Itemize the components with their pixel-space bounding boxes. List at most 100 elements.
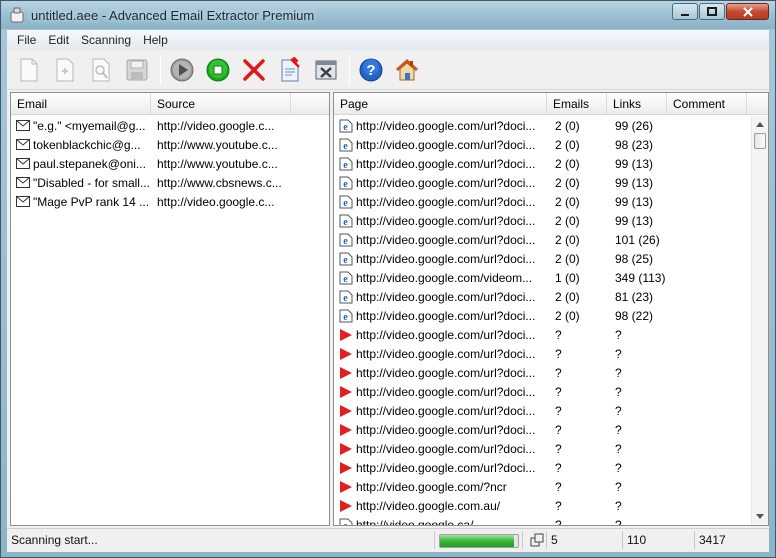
- emails-rows: "e.g." <myemail@g... http://video.google.…: [11, 116, 329, 525]
- page-row[interactable]: http://video.google.com/url?doci...??: [334, 439, 751, 458]
- email-row[interactable]: "e.g." <myemail@g... http://video.google.…: [11, 116, 329, 135]
- page-emails: 2 (0): [555, 118, 580, 133]
- pages-header: Page Emails Links Comment: [334, 93, 768, 115]
- column-page[interactable]: Page: [334, 93, 547, 114]
- scroll-up-button[interactable]: [752, 116, 768, 133]
- column-emails[interactable]: Emails: [547, 93, 607, 114]
- floppy-disk-icon: [126, 59, 148, 80]
- page-row[interactable]: http://video.google.com/url?doci...??: [334, 420, 751, 439]
- new-document-button[interactable]: [13, 54, 45, 86]
- column-comment[interactable]: Comment: [667, 93, 747, 114]
- help-icon: ?: [359, 58, 383, 81]
- page-row[interactable]: http://video.google.com/url?doci...??: [334, 382, 751, 401]
- page-links: ?: [615, 365, 622, 380]
- svg-text:e: e: [343, 236, 348, 247]
- email-row[interactable]: "Mage PvP rank 14 ... http://video.google…: [11, 192, 329, 211]
- email-source: http://www.youtube.c...: [157, 137, 278, 152]
- page-links: ?: [615, 441, 622, 456]
- page-row[interactable]: e http://video.google.com/videom... 1 (0) 3…: [334, 268, 751, 287]
- home-button[interactable]: [391, 54, 423, 86]
- emails-header: Email Source: [11, 93, 329, 115]
- stop-button[interactable]: [202, 54, 234, 86]
- ie-page-icon: e: [338, 252, 354, 266]
- emails-list[interactable]: Email Source "e.g." <myemail@g... http://…: [10, 92, 330, 526]
- page-url: http://video.google.com/url?doci...: [356, 232, 536, 247]
- page-row[interactable]: e http://video.google.com/url?doci... 2 (0…: [334, 116, 751, 135]
- page-row[interactable]: e http://video.google.com/url?doci... 2 (0…: [334, 173, 751, 192]
- menu-edit[interactable]: Edit: [42, 33, 75, 47]
- page-row[interactable]: http://video.google.com/url?doci...??: [334, 344, 751, 363]
- page-emails: 2 (0): [555, 289, 580, 304]
- page-row[interactable]: e http://video.google.ca/??: [334, 515, 751, 527]
- email-row[interactable]: "Disabled - for small... http://www.cbsne…: [11, 173, 329, 192]
- maximize-button[interactable]: [699, 3, 725, 20]
- page-row[interactable]: http://video.google.com/url?doci...??: [334, 458, 751, 477]
- window-controls: [672, 3, 769, 20]
- page-links: ?: [615, 403, 622, 418]
- page-row[interactable]: http://video.google.com/?ncr??: [334, 477, 751, 496]
- page-row[interactable]: e http://video.google.com/url?doci... 2 (0…: [334, 306, 751, 325]
- page-row[interactable]: e http://video.google.com/url?doci... 2 (0…: [334, 211, 751, 230]
- menu-help[interactable]: Help: [137, 33, 174, 47]
- start-button[interactable]: [166, 54, 198, 86]
- pages-list[interactable]: Page Emails Links Comment e http://video.…: [333, 92, 769, 526]
- page-row[interactable]: e http://video.google.com/url?doci... 2 (0…: [334, 135, 751, 154]
- email-row[interactable]: paul.stepanek@oni... http://www.youtube.c…: [11, 154, 329, 173]
- page-row[interactable]: http://video.google.com/url?doci...??: [334, 401, 751, 420]
- page-row[interactable]: e http://video.google.com/url?doci... 2 (0…: [334, 287, 751, 306]
- delete-button[interactable]: [238, 54, 270, 86]
- status-progress-cell: [435, 530, 523, 549]
- envelope-icon: [15, 119, 31, 133]
- page-emails: 2 (0): [555, 232, 580, 247]
- menu-file[interactable]: File: [11, 33, 42, 47]
- menu-scanning[interactable]: Scanning: [75, 33, 137, 47]
- svg-text:e: e: [343, 255, 348, 266]
- vertical-scrollbar[interactable]: [751, 116, 768, 525]
- remove-email-button[interactable]: [274, 54, 306, 86]
- page-emails: ?: [555, 384, 562, 399]
- page-emails: 2 (0): [555, 194, 580, 209]
- find-document-button[interactable]: [85, 54, 117, 86]
- add-document-button[interactable]: [49, 54, 81, 86]
- status-text: Scanning start...: [7, 530, 435, 549]
- page-emails: ?: [555, 517, 562, 526]
- email-row[interactable]: tokenblackchic@g... http://www.youtube.c.…: [11, 135, 329, 154]
- email-source: http://video.google.c...: [157, 194, 275, 209]
- title-bar[interactable]: untitled.aee - Advanced Email Extractor …: [1, 1, 775, 29]
- page-row[interactable]: http://video.google.com/url?doci...??: [334, 325, 751, 344]
- page-links: 98 (22): [615, 308, 654, 323]
- page-row[interactable]: e http://video.google.com/url?doci... 2 (0…: [334, 154, 751, 173]
- export-button[interactable]: [310, 54, 342, 86]
- column-links[interactable]: Links: [607, 93, 667, 114]
- page-url: http://video.google.com/url?doci...: [356, 118, 536, 133]
- scrollbar-thumb[interactable]: [754, 133, 766, 149]
- page-links: 101 (26): [615, 232, 660, 247]
- help-button[interactable]: ?: [355, 54, 387, 86]
- page-row[interactable]: e http://video.google.com/url?doci... 2 (0…: [334, 230, 751, 249]
- page-links: 99 (13): [615, 156, 654, 171]
- page-emails: 2 (0): [555, 156, 580, 171]
- page-url: http://video.google.com/url?doci...: [356, 422, 536, 437]
- scroll-down-icon: [756, 514, 764, 519]
- page-url: http://video.google.com/url?doci...: [356, 384, 536, 399]
- page-row[interactable]: e http://video.google.com/url?doci... 2 (0…: [334, 192, 751, 211]
- envelope-icon: [15, 176, 31, 190]
- export-x-icon: [315, 60, 337, 79]
- column-source[interactable]: Source: [151, 93, 291, 114]
- scroll-down-button[interactable]: [752, 508, 768, 525]
- envelope-icon: [15, 138, 31, 152]
- page-row[interactable]: e http://video.google.com/url?doci... 2 (0…: [334, 249, 751, 268]
- page-url: http://video.google.ca/: [356, 517, 474, 526]
- save-button[interactable]: [121, 54, 153, 86]
- red-arrow-icon: [338, 347, 354, 361]
- column-email[interactable]: Email: [11, 93, 151, 114]
- page-url: http://video.google.com/?ncr: [356, 479, 507, 494]
- scroll-up-icon: [756, 122, 764, 127]
- svg-text:e: e: [343, 521, 348, 527]
- minimize-button[interactable]: [672, 3, 698, 20]
- page-row[interactable]: http://video.google.com.au/??: [334, 496, 751, 515]
- page-row[interactable]: http://video.google.com/url?doci...??: [334, 363, 751, 382]
- close-button[interactable]: [726, 3, 769, 20]
- svg-text:e: e: [343, 293, 348, 304]
- page-url: http://video.google.com/url?doci...: [356, 251, 536, 266]
